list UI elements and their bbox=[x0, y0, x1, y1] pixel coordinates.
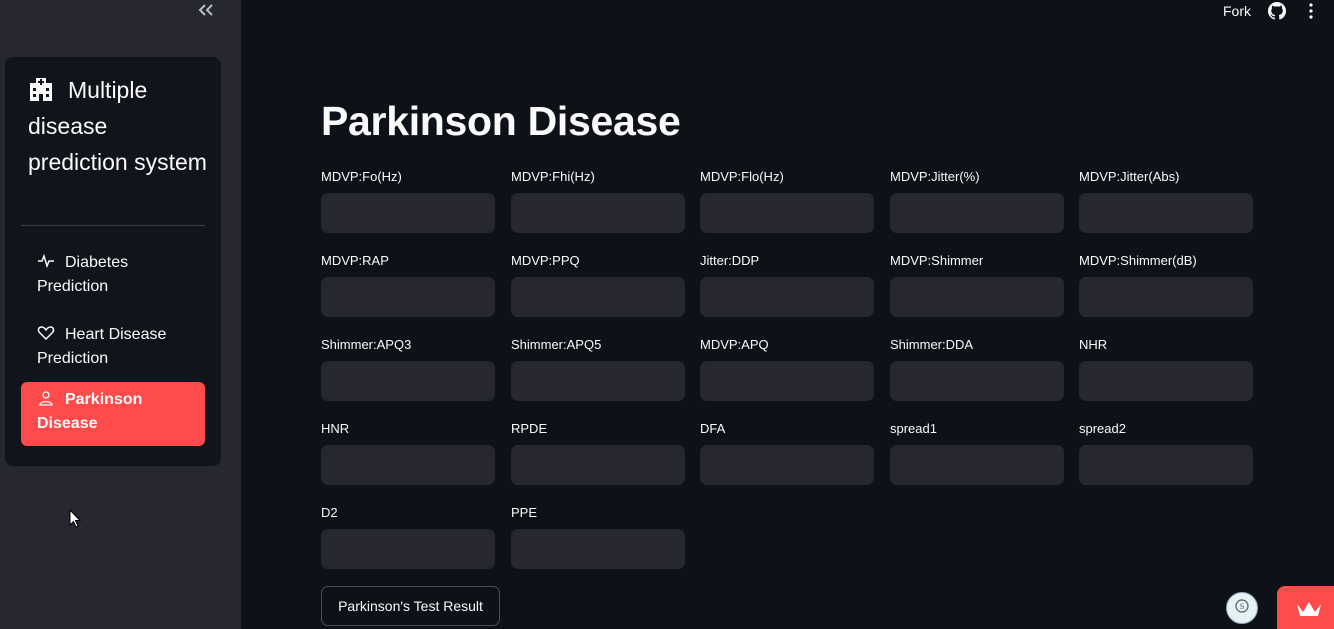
field-label: Shimmer:APQ5 bbox=[511, 337, 602, 352]
avatar-logo-icon: S bbox=[1235, 599, 1249, 613]
menu-title: Multiple disease prediction system bbox=[28, 72, 208, 180]
field-input[interactable] bbox=[1079, 361, 1253, 401]
field-label: HNR bbox=[321, 421, 350, 436]
field-input[interactable] bbox=[321, 361, 495, 401]
field-label: MDVP:Fo(Hz) bbox=[321, 169, 402, 184]
field-label: Jitter:DDP bbox=[700, 253, 760, 268]
page-title: Parkinson Disease bbox=[321, 98, 681, 144]
field-label: MDVP:Jitter(Abs) bbox=[1079, 169, 1180, 184]
sidebar-item-parkinson[interactable]: Parkinson Disease bbox=[21, 382, 205, 446]
form-field: HNR bbox=[321, 420, 495, 485]
form-field: DFA bbox=[700, 420, 874, 485]
field-label: MDVP:APQ bbox=[700, 337, 769, 352]
sidebar-item-heart-disease[interactable]: Heart Disease Prediction bbox=[21, 317, 205, 381]
fork-button[interactable]: Fork bbox=[1223, 3, 1251, 19]
field-label: Shimmer:DDA bbox=[890, 337, 974, 352]
parkinson-test-result-button[interactable]: Parkinson's Test Result bbox=[321, 586, 500, 626]
heart-icon bbox=[37, 326, 55, 341]
form-field: NHR bbox=[1079, 336, 1253, 401]
field-label: MDVP:Shimmer bbox=[890, 253, 984, 268]
form-field: Shimmer:APQ3 bbox=[321, 336, 495, 401]
field-input[interactable] bbox=[321, 193, 495, 233]
field-label: MDVP:Fhi(Hz) bbox=[511, 169, 595, 184]
mouse-cursor-icon bbox=[69, 509, 81, 528]
hospital-icon bbox=[30, 78, 52, 101]
field-input[interactable] bbox=[511, 529, 685, 569]
field-input[interactable] bbox=[700, 361, 874, 401]
field-input[interactable] bbox=[890, 445, 1064, 485]
sidebar: Multiple disease prediction system Diabe… bbox=[0, 0, 241, 629]
form-field: MDVP:Flo(Hz) bbox=[700, 168, 874, 233]
sidebar-item-label: Heart Disease Prediction bbox=[37, 326, 167, 367]
field-label: spread1 bbox=[890, 421, 937, 436]
form-field: MDVP:APQ bbox=[700, 336, 874, 401]
form-field: PPE bbox=[511, 504, 685, 569]
field-input[interactable] bbox=[700, 277, 874, 317]
field-input[interactable] bbox=[1079, 193, 1253, 233]
form-field: D2 bbox=[321, 504, 495, 569]
github-icon[interactable] bbox=[1268, 2, 1286, 20]
field-input[interactable] bbox=[511, 361, 685, 401]
menu-divider bbox=[21, 225, 205, 226]
activity-icon bbox=[38, 253, 54, 269]
form-field: spread1 bbox=[890, 420, 1064, 485]
person-icon bbox=[39, 391, 53, 406]
field-label: MDVP:PPQ bbox=[511, 253, 580, 268]
streamlit-badge[interactable] bbox=[1277, 586, 1334, 629]
field-label: MDVP:Shimmer(dB) bbox=[1079, 253, 1197, 268]
field-label: spread2 bbox=[1079, 421, 1126, 436]
field-input[interactable] bbox=[890, 193, 1064, 233]
field-input[interactable] bbox=[1079, 445, 1253, 485]
field-input[interactable] bbox=[890, 277, 1064, 317]
field-label: MDVP:Jitter(%) bbox=[890, 169, 980, 184]
form-field: Jitter:DDP bbox=[700, 252, 874, 317]
form-field: MDVP:Shimmer bbox=[890, 252, 1064, 317]
field-input[interactable] bbox=[511, 277, 685, 317]
field-input[interactable] bbox=[321, 529, 495, 569]
menu-title-text: Multiple disease prediction system bbox=[28, 77, 207, 175]
form-field: spread2 bbox=[1079, 420, 1253, 485]
kebab-menu-icon[interactable] bbox=[1303, 2, 1319, 20]
form-field: MDVP:RAP bbox=[321, 252, 495, 317]
field-label: D2 bbox=[321, 505, 338, 520]
collapse-sidebar-button[interactable] bbox=[194, 0, 218, 22]
sidebar-item-diabetes[interactable]: Diabetes Prediction bbox=[21, 245, 205, 309]
field-input[interactable] bbox=[511, 445, 685, 485]
field-input[interactable] bbox=[321, 445, 495, 485]
form-field: MDVP:Fo(Hz) bbox=[321, 168, 495, 233]
svg-text:S: S bbox=[1240, 602, 1244, 611]
field-label: MDVP:Flo(Hz) bbox=[700, 169, 784, 184]
field-label: DFA bbox=[700, 421, 726, 436]
form-field: MDVP:Shimmer(dB) bbox=[1079, 252, 1253, 317]
form-field: MDVP:PPQ bbox=[511, 252, 685, 317]
form-field: MDVP:Jitter(%) bbox=[890, 168, 1064, 233]
field-label: MDVP:RAP bbox=[321, 253, 389, 268]
field-input[interactable] bbox=[700, 193, 874, 233]
form-field: Shimmer:DDA bbox=[890, 336, 1064, 401]
double-chevron-left-icon bbox=[198, 4, 213, 16]
field-label: RPDE bbox=[511, 421, 548, 436]
form-field: MDVP:Jitter(Abs) bbox=[1079, 168, 1253, 233]
field-input[interactable] bbox=[700, 445, 874, 485]
field-input[interactable] bbox=[890, 361, 1064, 401]
form-field: MDVP:Fhi(Hz) bbox=[511, 168, 685, 233]
field-input[interactable] bbox=[321, 277, 495, 317]
crown-icon bbox=[1297, 602, 1321, 616]
field-input[interactable] bbox=[1079, 277, 1253, 317]
field-label: Shimmer:APQ3 bbox=[321, 337, 412, 352]
field-label: NHR bbox=[1079, 337, 1108, 352]
form-field: Shimmer:APQ5 bbox=[511, 336, 685, 401]
avatar[interactable]: S bbox=[1226, 592, 1258, 624]
field-label: PPE bbox=[511, 505, 538, 520]
field-input[interactable] bbox=[511, 193, 685, 233]
form-field: RPDE bbox=[511, 420, 685, 485]
